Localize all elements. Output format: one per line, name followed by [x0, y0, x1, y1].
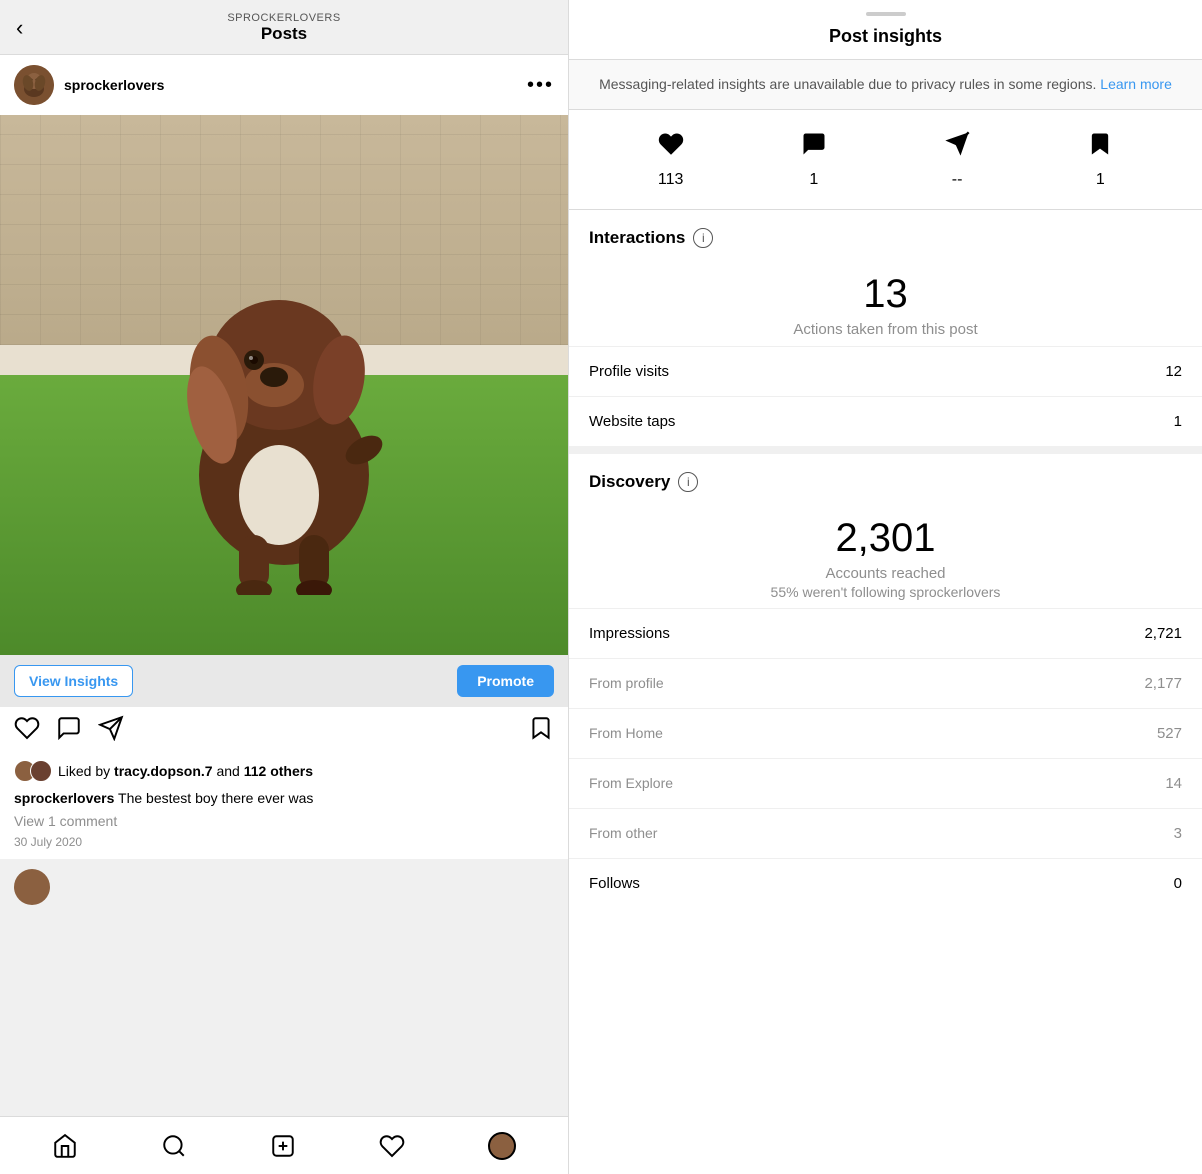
- caption-username[interactable]: sprockerlovers: [14, 790, 114, 806]
- metric-saves: 1: [1086, 130, 1114, 189]
- from-other-value: 3: [1174, 825, 1182, 842]
- likes-count: 113: [658, 171, 684, 189]
- post-image: [0, 115, 568, 655]
- website-taps-label: Website taps: [589, 413, 675, 430]
- likes-text: Liked by tracy.dopson.7 and 112 others: [58, 763, 313, 779]
- shares-count: --: [952, 171, 963, 189]
- accounts-reached-number: 2,301: [589, 516, 1182, 561]
- left-panel: ‹ SPROCKERLOVERS Posts sprockerlovers •: [0, 0, 568, 1174]
- accounts-reached-sub: 55% weren't following sprockerlovers: [589, 584, 1182, 600]
- liked-avatars: [14, 760, 52, 782]
- action-bar: View Insights Promote: [0, 655, 568, 707]
- nav-heart-button[interactable]: [379, 1133, 405, 1159]
- post-caption: sprockerlovers The bestest boy there eve…: [0, 786, 568, 810]
- drag-handle[interactable]: [866, 12, 906, 16]
- metrics-row: 113 1 --: [569, 110, 1202, 210]
- post-icons-left: [14, 715, 124, 748]
- comment-button[interactable]: [56, 715, 82, 748]
- share-button[interactable]: [98, 715, 124, 748]
- profile-visits-row: Profile visits 12: [569, 346, 1202, 396]
- nav-profile-button[interactable]: [488, 1132, 516, 1160]
- post-header: sprockerlovers •••: [0, 55, 568, 115]
- from-other-label: From other: [589, 825, 657, 842]
- promote-button[interactable]: Promote: [457, 665, 554, 697]
- metric-likes: 113: [657, 130, 685, 189]
- page-title: Posts: [227, 24, 340, 44]
- interactions-big-number: 13: [589, 272, 1182, 317]
- metric-shares: --: [943, 130, 971, 189]
- like-button[interactable]: [14, 715, 40, 748]
- next-post-avatar: [14, 869, 50, 905]
- impressions-label: Impressions: [589, 625, 670, 642]
- avatar[interactable]: [14, 65, 54, 105]
- likes-section: Liked by tracy.dopson.7 and 112 others: [0, 756, 568, 786]
- discovery-info-button[interactable]: i: [678, 472, 698, 492]
- comment-filled-icon: [800, 130, 828, 165]
- saves-count: 1: [1096, 171, 1105, 189]
- send-filled-icon: [943, 130, 971, 165]
- from-explore-label: From Explore: [589, 775, 673, 792]
- caption-text: The bestest boy there ever was: [118, 790, 313, 806]
- interactions-big-metric: 13 Actions taken from this post: [569, 252, 1202, 346]
- heart-filled-icon: [657, 130, 685, 165]
- follows-row: Follows 0: [569, 858, 1202, 908]
- privacy-notice: Messaging-related insights are unavailab…: [569, 60, 1202, 110]
- nav-add-button[interactable]: [270, 1133, 296, 1159]
- learn-more-link[interactable]: Learn more: [1100, 76, 1172, 92]
- view-insights-button[interactable]: View Insights: [14, 665, 133, 697]
- follows-label: Follows: [589, 875, 640, 892]
- profile-visits-label: Profile visits: [589, 363, 669, 380]
- impressions-value: 2,721: [1144, 625, 1182, 642]
- from-home-label: From Home: [589, 725, 663, 742]
- from-home-row: From Home 527: [569, 708, 1202, 758]
- posts-header: ‹ SPROCKERLOVERS Posts: [0, 0, 568, 55]
- from-profile-label: From profile: [589, 675, 664, 692]
- post-username: sprockerlovers: [64, 77, 164, 93]
- bottom-nav: [0, 1116, 568, 1174]
- website-taps-row: Website taps 1: [569, 396, 1202, 446]
- privacy-text: Messaging-related insights are unavailab…: [599, 76, 1172, 92]
- liker-avatar-2: [30, 760, 52, 782]
- from-explore-value: 14: [1165, 775, 1182, 792]
- website-taps-value: 1: [1174, 413, 1182, 430]
- interactions-header: Interactions i: [569, 210, 1202, 252]
- sheet-header: Post insights: [569, 0, 1202, 60]
- accounts-reached-label: Accounts reached: [589, 565, 1182, 582]
- from-home-value: 527: [1157, 725, 1182, 742]
- view-comments[interactable]: View 1 comment: [0, 810, 568, 832]
- more-options-button[interactable]: •••: [527, 74, 554, 97]
- bookmark-filled-icon: [1086, 130, 1114, 165]
- nav-home-button[interactable]: [52, 1133, 78, 1159]
- header-username: SPROCKERLOVERS: [227, 12, 340, 24]
- right-panel: Post insights Messaging-related insights…: [568, 0, 1202, 1174]
- insights-title: Post insights: [829, 26, 942, 47]
- follows-value: 0: [1174, 875, 1182, 892]
- nav-search-button[interactable]: [161, 1133, 187, 1159]
- from-profile-value: 2,177: [1144, 675, 1182, 692]
- interactions-info-button[interactable]: i: [693, 228, 713, 248]
- from-profile-row: From profile 2,177: [569, 658, 1202, 708]
- interactions-big-subtitle: Actions taken from this post: [589, 321, 1182, 338]
- discovery-title: Discovery: [589, 472, 670, 492]
- post-date: 30 July 2020: [0, 832, 568, 859]
- section-divider-1: [569, 446, 1202, 454]
- impressions-row: Impressions 2,721: [569, 608, 1202, 658]
- from-explore-row: From Explore 14: [569, 758, 1202, 808]
- discovery-big-metric: 2,301 Accounts reached 55% weren't follo…: [569, 496, 1202, 608]
- discovery-header: Discovery i: [569, 454, 1202, 496]
- post-icons-row: [0, 707, 568, 756]
- interactions-title: Interactions: [589, 228, 685, 248]
- from-other-row: From other 3: [569, 808, 1202, 858]
- metric-comments: 1: [800, 130, 828, 189]
- header-text: SPROCKERLOVERS Posts: [227, 12, 340, 44]
- bookmark-button[interactable]: [528, 715, 554, 748]
- post-header-left: sprockerlovers: [14, 65, 164, 105]
- back-button[interactable]: ‹: [16, 15, 23, 41]
- dog-image: [124, 215, 444, 595]
- profile-visits-value: 12: [1165, 363, 1182, 380]
- comments-count: 1: [809, 171, 818, 189]
